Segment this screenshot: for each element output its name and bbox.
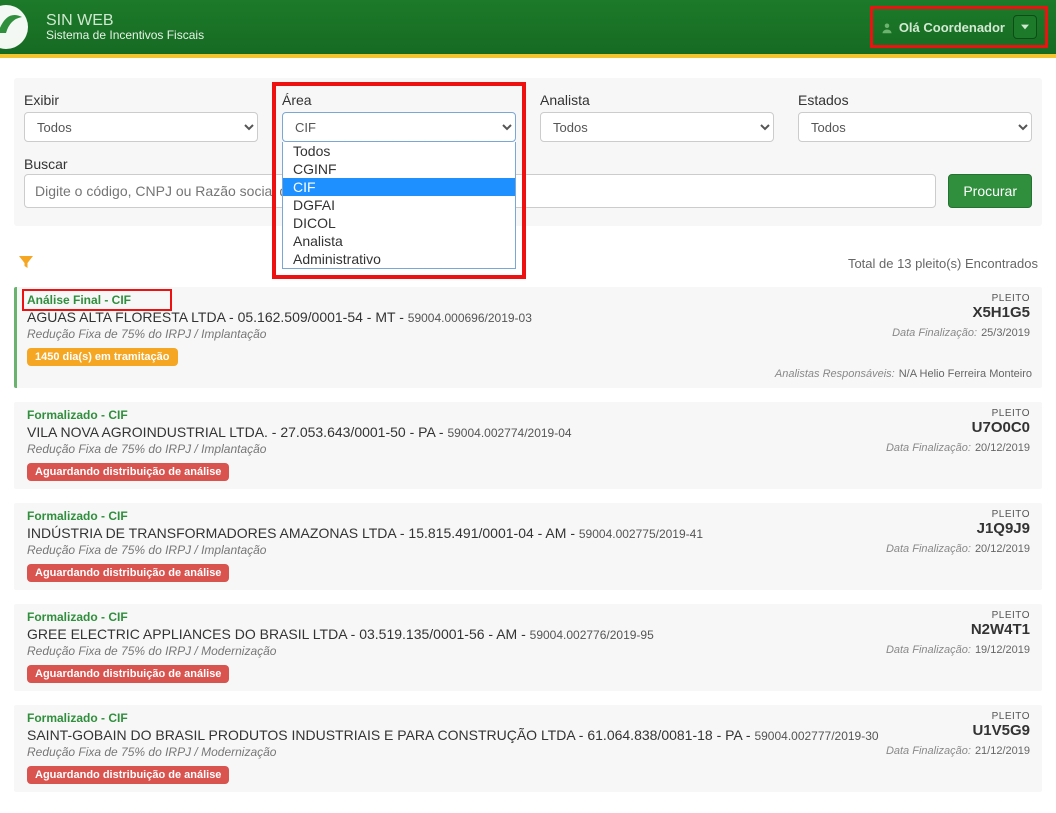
pleito-card[interactable]: Formalizado - CIF SAINT-GOBAIN DO BRASIL … <box>14 705 1042 792</box>
card-badge: 1450 dia(s) em tramitação <box>27 348 178 366</box>
filter-estados-select[interactable]: Todos <box>798 112 1032 142</box>
pleito-label: PLEITO <box>886 509 1030 520</box>
area-option[interactable]: CGINF <box>283 160 515 178</box>
area-option[interactable]: Todos <box>283 142 515 160</box>
filter-analista-label: Analista <box>540 92 774 108</box>
pleito-code: U1V5G9 <box>886 722 1030 739</box>
pleito-code: U7O0C0 <box>886 419 1030 436</box>
card-data-fin: Data Finalização:25/3/2019 <box>892 327 1030 339</box>
card-benefit: Redução Fixa de 75% do IRPJ / Implantaçã… <box>27 442 1032 456</box>
filter-exibir-select[interactable]: Todos <box>24 112 258 142</box>
filter-area-dropdown: TodosCGINFCIFDGFAIDICOLAnalistaAdministr… <box>282 142 516 269</box>
area-option[interactable]: Administrativo <box>283 250 515 268</box>
user-greeting: Olá Coordenador <box>881 20 1005 35</box>
area-option[interactable]: Analista <box>283 232 515 250</box>
pleito-label: PLEITO <box>886 711 1030 722</box>
card-data-fin: Data Finalização:20/12/2019 <box>886 543 1030 555</box>
pleito-card[interactable]: Formalizado - CIF GREE ELECTRIC APPLIANCE… <box>14 604 1042 691</box>
main-content: Exibir Todos Área CIF Analista Todos Est… <box>0 58 1056 812</box>
card-title: SAINT-GOBAIN DO BRASIL PRODUTOS INDUSTRI… <box>27 727 1032 743</box>
card-status: Análise Final - CIF <box>27 293 1032 307</box>
pleito-card[interactable]: Formalizado - CIF INDÚSTRIA DE TRANSFORMA… <box>14 503 1042 590</box>
card-badge: Aguardando distribuição de análise <box>27 665 229 683</box>
card-benefit: Redução Fixa de 75% do IRPJ / Implantaçã… <box>27 327 1032 341</box>
user-icon <box>881 22 893 34</box>
card-benefit: Redução Fixa de 75% do IRPJ / Modernizaç… <box>27 644 1032 658</box>
card-benefit: Redução Fixa de 75% do IRPJ / Implantaçã… <box>27 543 1032 557</box>
card-right: PLEITON2W4T1 Data Finalização:19/12/2019 <box>886 610 1030 656</box>
filter-estados-col: Estados Todos <box>798 92 1032 142</box>
pleito-card[interactable]: Análise Final - CIF AGUAS ALTA FLORESTA L… <box>14 287 1042 388</box>
card-status: Formalizado - CIF <box>27 610 1032 624</box>
user-greeting-text: Olá Coordenador <box>899 20 1005 35</box>
card-status: Formalizado - CIF <box>27 408 1032 422</box>
card-title: GREE ELECTRIC APPLIANCES DO BRASIL LTDA … <box>27 626 1032 642</box>
card-list: Análise Final - CIF AGUAS ALTA FLORESTA L… <box>14 287 1042 792</box>
card-badge: Aguardando distribuição de análise <box>27 564 229 582</box>
card-right: PLEITOU1V5G9 Data Finalização:21/12/2019 <box>886 711 1030 757</box>
filter-funnel-icon[interactable] <box>18 254 34 273</box>
pleito-label: PLEITO <box>892 293 1030 304</box>
card-data-fin: Data Finalização:21/12/2019 <box>886 745 1030 757</box>
area-option[interactable]: DGFAI <box>283 196 515 214</box>
card-data-fin: Data Finalização:20/12/2019 <box>886 442 1030 454</box>
pleito-label: PLEITO <box>886 408 1030 419</box>
card-title: INDÚSTRIA DE TRANSFORMADORES AMAZONAS LT… <box>27 525 1032 541</box>
user-menu-toggle[interactable] <box>1013 15 1037 39</box>
filter-area-col: Área CIF <box>282 92 516 142</box>
search-button[interactable]: Procurar <box>948 174 1032 208</box>
app-title: SIN WEB <box>46 12 204 30</box>
pleito-code: J1Q9J9 <box>886 520 1030 537</box>
area-option[interactable]: DICOL <box>283 214 515 232</box>
filter-estados-label: Estados <box>798 92 1032 108</box>
filter-exibir-col: Exibir Todos <box>24 92 258 142</box>
app-header: SIN WEB Sistema de Incentivos Fiscais Ol… <box>0 0 1056 58</box>
card-analysts: Analistas Responsáveis:N/A Helio Ferreir… <box>27 368 1032 380</box>
pleito-label: PLEITO <box>886 610 1030 621</box>
filter-area-label: Área <box>282 92 516 108</box>
results-summary: Total de 13 pleito(s) Encontrados <box>848 256 1038 271</box>
pleito-code: N2W4T1 <box>886 621 1030 638</box>
filter-area-select[interactable]: CIF <box>282 112 516 142</box>
filters-panel: Exibir Todos Área CIF Analista Todos Est… <box>14 78 1042 226</box>
filter-analista-select[interactable]: Todos <box>540 112 774 142</box>
card-title: VILA NOVA AGROINDUSTRIAL LTDA. - 27.053.… <box>27 424 1032 440</box>
app-subtitle: Sistema de Incentivos Fiscais <box>46 29 204 42</box>
card-benefit: Redução Fixa de 75% do IRPJ / Modernizaç… <box>27 745 1032 759</box>
leaf-logo-icon <box>0 3 40 51</box>
card-right: PLEITOJ1Q9J9 Data Finalização:20/12/2019 <box>886 509 1030 555</box>
results-summary-row: Total de 13 pleito(s) Encontrados <box>14 254 1042 273</box>
card-title: AGUAS ALTA FLORESTA LTDA - 05.162.509/00… <box>27 309 1032 325</box>
card-right: PLEITOU7O0C0 Data Finalização:20/12/2019 <box>886 408 1030 454</box>
user-menu: Olá Coordenador <box>870 6 1048 48</box>
card-data-fin: Data Finalização:19/12/2019 <box>886 644 1030 656</box>
card-badge: Aguardando distribuição de análise <box>27 463 229 481</box>
pleito-code: X5H1G5 <box>892 304 1030 321</box>
card-badge: Aguardando distribuição de análise <box>27 766 229 784</box>
card-status: Formalizado - CIF <box>27 711 1032 725</box>
card-status: Formalizado - CIF <box>27 509 1032 523</box>
brand: SIN WEB Sistema de Incentivos Fiscais <box>0 3 204 51</box>
pleito-card[interactable]: Formalizado - CIF VILA NOVA AGROINDUSTRIA… <box>14 402 1042 489</box>
filter-analista-col: Analista Todos <box>540 92 774 142</box>
card-right: PLEITOX5H1G5 Data Finalização:25/3/2019 <box>892 293 1030 339</box>
area-option[interactable]: CIF <box>283 178 515 196</box>
filter-exibir-label: Exibir <box>24 92 258 108</box>
